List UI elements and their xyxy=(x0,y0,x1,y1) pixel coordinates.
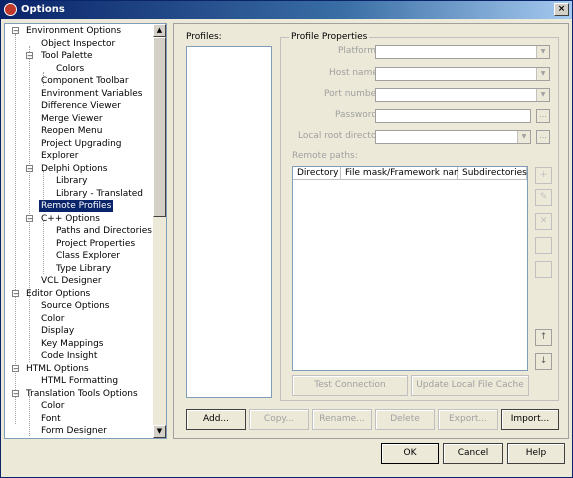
tree-item-form-designer[interactable]: Form Designer xyxy=(41,425,107,437)
tree-item-tool-palette[interactable]: Tool Palette xyxy=(41,50,93,62)
tree-item-project-upgrading[interactable]: Project Upgrading xyxy=(41,138,122,150)
tree-item-paths-and-directories[interactable]: Paths and Directories xyxy=(56,225,152,237)
tree-item-color-2[interactable]: Color xyxy=(41,400,65,412)
tree-item-cpp-options[interactable]: C++ Options xyxy=(41,213,100,225)
tree-item-font[interactable]: Font xyxy=(41,413,61,425)
tree-item-library[interactable]: Library xyxy=(56,175,87,187)
ok-button[interactable]: OK xyxy=(381,443,439,464)
delete-path-icon[interactable]: ✕ xyxy=(535,213,552,230)
tree-item-display[interactable]: Display xyxy=(41,325,74,337)
host-name-combo[interactable]: ▼ xyxy=(375,67,550,81)
local-root-browse-button[interactable]: ... xyxy=(536,130,550,144)
test-connection-button[interactable]: Test Connection xyxy=(292,375,408,396)
tree-item-key-mappings[interactable]: Key Mappings xyxy=(41,338,104,350)
port-number-combo[interactable]: ▼ xyxy=(375,88,550,102)
profiles-label: Profiles: xyxy=(186,32,222,42)
tree-item-explorer[interactable]: Explorer xyxy=(41,150,78,162)
tree-item-html-formatting[interactable]: HTML Formatting xyxy=(41,375,118,387)
app-icon xyxy=(4,3,17,16)
profiles-list[interactable] xyxy=(186,46,272,398)
tree-item-object-inspector[interactable]: Object Inspector xyxy=(41,38,115,50)
local-root-directory-combo[interactable]: ▼ xyxy=(375,130,531,144)
collapse-tool-palette-icon[interactable]: − xyxy=(26,52,33,60)
collapse-delphi-options-icon[interactable]: − xyxy=(26,165,33,173)
tree-item-delphi-options[interactable]: Delphi Options xyxy=(41,163,107,175)
port-number-label: Port number: xyxy=(324,89,383,99)
cancel-button[interactable]: Cancel xyxy=(443,443,503,464)
scroll-up-icon[interactable]: ▲ xyxy=(153,24,166,37)
password-label: Password: xyxy=(335,110,381,120)
path-action-icon[interactable] xyxy=(535,261,552,278)
title-bar: Options × xyxy=(1,1,572,19)
move-down-icon[interactable]: ↓ xyxy=(535,353,552,370)
tree-connector xyxy=(43,221,44,274)
add-path-icon[interactable]: + xyxy=(535,167,552,184)
add-button[interactable]: Add... xyxy=(186,409,246,430)
tree-item-remote-profiles[interactable]: Remote Profiles xyxy=(39,200,114,212)
tree-item-class-explorer[interactable]: Class Explorer xyxy=(56,250,120,262)
password-browse-button[interactable]: ... xyxy=(536,109,550,123)
import-button[interactable]: Import... xyxy=(501,409,559,430)
tree-item-environment-options[interactable]: Environment Options xyxy=(26,25,121,37)
platform-combo[interactable]: ▼ xyxy=(375,45,550,59)
remote-paths-label: Remote paths: xyxy=(292,151,358,161)
column-header-subdirectories[interactable]: Subdirectories xyxy=(458,167,527,180)
password-field[interactable] xyxy=(375,109,531,123)
move-up-icon[interactable]: ↑ xyxy=(535,329,552,346)
scroll-thumb[interactable] xyxy=(153,37,166,217)
tree-item-library-translated[interactable]: Library - Translated xyxy=(56,188,143,200)
chevron-down-icon: ▼ xyxy=(536,46,549,58)
column-header-file-mask[interactable]: File mask/Framework name xyxy=(341,167,468,180)
copy-button[interactable]: Copy... xyxy=(249,409,309,430)
collapse-cpp-options-icon[interactable]: − xyxy=(26,215,33,223)
column-header-directory[interactable]: Directory xyxy=(293,167,341,180)
tree-item-reopen-menu[interactable]: Reopen Menu xyxy=(41,125,102,137)
tree-item-html-options[interactable]: HTML Options xyxy=(26,363,89,375)
tree-item-environment-variables[interactable]: Environment Variables xyxy=(41,88,142,100)
tree-item-code-insight[interactable]: Code Insight xyxy=(41,350,97,362)
chevron-down-icon: ▼ xyxy=(517,131,530,143)
options-tree: − Environment Options Object Inspector −… xyxy=(4,23,167,439)
edit-path-icon[interactable]: ✎ xyxy=(535,189,552,206)
tree-scrollbar[interactable]: ▲ ▼ xyxy=(153,24,166,438)
profile-properties-legend: Profile Properties xyxy=(289,32,370,42)
export-button[interactable]: Export... xyxy=(438,409,498,430)
tree-item-difference-viewer[interactable]: Difference Viewer xyxy=(41,100,121,112)
tree-item-translation-tools-options[interactable]: Translation Tools Options xyxy=(26,388,138,400)
window-title: Options xyxy=(21,4,65,15)
platform-label: Platform: xyxy=(338,46,379,56)
tree-item-editor-options[interactable]: Editor Options xyxy=(26,288,90,300)
collapse-editor-options-icon[interactable]: − xyxy=(12,290,19,298)
tree-item-color[interactable]: Color xyxy=(41,313,65,325)
chevron-down-icon: ▼ xyxy=(536,89,549,101)
rename-button[interactable]: Rename... xyxy=(312,409,372,430)
tree-item-source-options[interactable]: Source Options xyxy=(41,300,110,312)
collapse-translation-tools-icon[interactable]: − xyxy=(12,390,19,398)
update-local-file-cache-button[interactable]: Update Local File Cache xyxy=(411,375,529,396)
close-button[interactable]: × xyxy=(554,3,569,16)
remote-paths-grid[interactable]: Directory File mask/Framework name Subdi… xyxy=(292,166,528,371)
collapse-environment-options-icon[interactable]: − xyxy=(12,27,19,35)
tree-connector xyxy=(29,396,30,436)
path-action-icon[interactable] xyxy=(535,237,552,254)
tree-connector xyxy=(43,171,44,201)
tree-item-type-library[interactable]: Type Library xyxy=(56,263,111,275)
scroll-down-icon[interactable]: ▼ xyxy=(153,425,166,438)
chevron-down-icon: ▼ xyxy=(536,68,549,80)
tree-item-merge-viewer[interactable]: Merge Viewer xyxy=(41,113,103,125)
collapse-html-options-icon[interactable]: − xyxy=(12,365,19,373)
tree-item-colors[interactable]: Colors xyxy=(56,63,84,75)
tree-item-component-toolbar[interactable]: Component Toolbar xyxy=(41,75,129,87)
tree-connector xyxy=(29,296,30,362)
help-button[interactable]: Help xyxy=(507,443,565,464)
options-window: Options × − Environment Options Object I… xyxy=(0,0,573,478)
tree-item-project-properties[interactable]: Project Properties xyxy=(56,238,135,250)
host-name-label: Host name: xyxy=(329,68,381,78)
delete-button[interactable]: Delete xyxy=(375,409,435,430)
tree-item-vcl-designer[interactable]: VCL Designer xyxy=(41,275,102,287)
